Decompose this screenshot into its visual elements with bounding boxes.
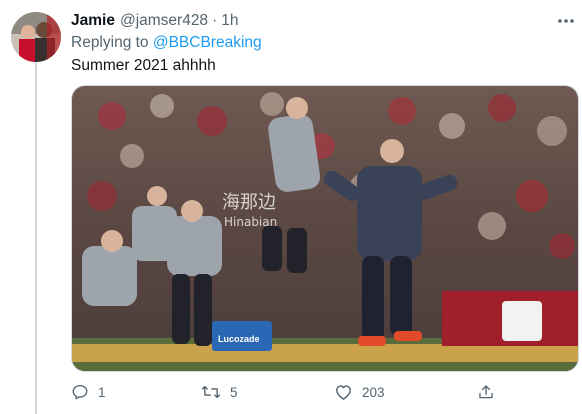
replying-to: Replying to @BBCBreaking xyxy=(71,34,262,52)
share-button[interactable] xyxy=(477,380,495,404)
reply-button[interactable]: 1 xyxy=(71,380,106,404)
like-count: 203 xyxy=(362,384,385,400)
cooler-label: Lucozade xyxy=(218,334,260,344)
avatar[interactable] xyxy=(11,12,61,62)
retweet-count: 5 xyxy=(230,384,238,400)
reply-count: 1 xyxy=(98,384,106,400)
reply-icon xyxy=(71,383,89,401)
tweet-header: Jamie @jamser428 · 1h xyxy=(71,11,238,31)
tweet-text: Summer 2021 ahhhh xyxy=(71,57,216,74)
tweet[interactable]: Jamie @jamser428 · 1h Replying to @BBCBr… xyxy=(0,0,582,414)
watermark-text: 海那边 xyxy=(222,192,276,213)
share-icon xyxy=(477,383,495,401)
thread-line xyxy=(35,62,37,414)
watermark-subtext: Hinabian xyxy=(224,215,277,229)
tweet-media-image[interactable]: 海那边 Hinabian Lucozade xyxy=(71,85,579,372)
replying-to-label: Replying to xyxy=(71,34,153,51)
display-name[interactable]: Jamie xyxy=(71,12,115,30)
retweet-button[interactable]: 5 xyxy=(201,380,238,404)
more-icon[interactable] xyxy=(555,11,577,31)
like-icon xyxy=(334,383,353,401)
like-button[interactable]: 203 xyxy=(334,380,385,404)
replying-to-link[interactable]: @BBCBreaking xyxy=(153,34,262,51)
timestamp[interactable]: 1h xyxy=(221,12,238,30)
tweet-actions: 1 5 203 xyxy=(71,380,511,404)
user-handle[interactable]: @jamser428 xyxy=(120,12,208,30)
separator-dot: · xyxy=(212,12,218,29)
retweet-icon xyxy=(201,383,221,401)
